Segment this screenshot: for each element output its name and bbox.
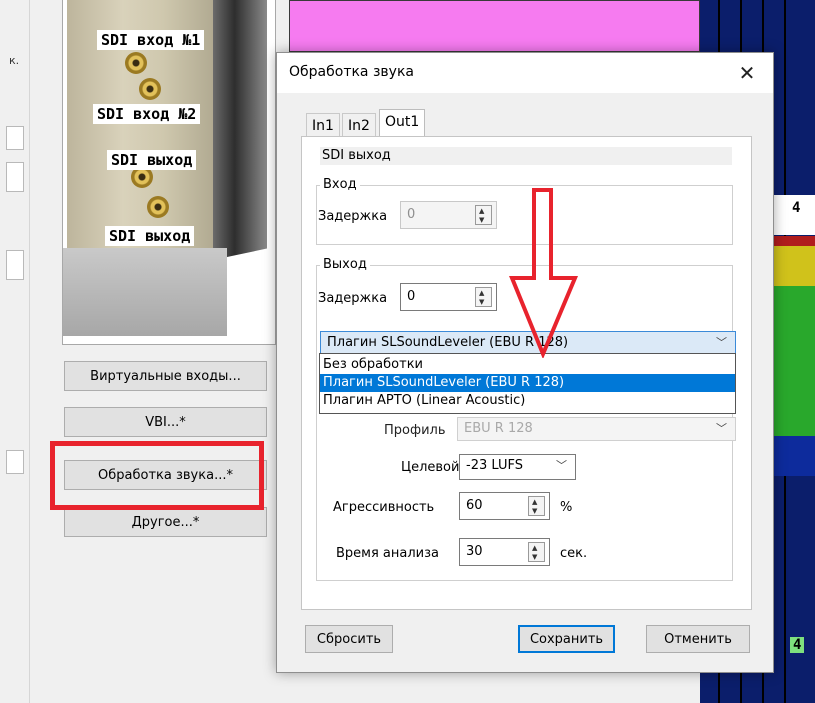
input-group-title: Вход: [320, 177, 360, 192]
profile-select[interactable]: EBU R 128 ﹀: [457, 417, 736, 441]
reset-button[interactable]: Сбросить: [305, 625, 393, 653]
meter-yellow-segment: [774, 246, 815, 286]
input-delay-spinner[interactable]: 0 ▲ ▼: [400, 201, 497, 229]
output-delay-label: Задержка: [318, 291, 388, 306]
aggressiveness-spinner[interactable]: 60 ▲ ▼: [459, 492, 550, 520]
spinner-arrows-icon[interactable]: ▲ ▼: [528, 542, 545, 562]
other-button[interactable]: Другое...*: [64, 507, 267, 537]
analysis-time-spinner[interactable]: 30 ▲ ▼: [459, 538, 550, 566]
target-select[interactable]: -23 LUFS ﹀: [459, 454, 576, 480]
target-label: Целевой: [401, 460, 460, 475]
device-foot: [63, 248, 227, 336]
tab-in2[interactable]: In2: [342, 113, 376, 137]
aggressiveness-label: Агрессивность: [333, 500, 435, 515]
meter-red-segment: [774, 236, 815, 246]
target-value: -23 LUFS: [466, 458, 523, 473]
plugin-option-apto[interactable]: Плагин APTO (Linear Acoustic): [320, 392, 735, 410]
left-control-fragment[interactable]: [6, 450, 24, 474]
device-edge: [213, 0, 267, 261]
device-image-panel: SDI вход №1 SDI вход №2 SDI выход SDI вы…: [62, 0, 276, 345]
section-title: SDI выход: [320, 147, 732, 165]
plugin-option-none[interactable]: Без обработки: [320, 356, 735, 374]
output-group-title: Выход: [320, 257, 370, 272]
connector-icon: [147, 196, 169, 218]
tab-in1[interactable]: In1: [306, 113, 340, 137]
analysis-time-label: Время анализа: [336, 546, 439, 561]
close-icon[interactable]: ✕: [733, 59, 761, 87]
vbi-button[interactable]: VBI...*: [64, 407, 267, 437]
chevron-down-icon: ﹀: [716, 336, 727, 349]
chevron-down-icon: ﹀: [556, 459, 567, 472]
chevron-down-icon: ﹀: [716, 422, 727, 435]
annotation-arrow: [509, 188, 579, 358]
connector-icon: [139, 78, 161, 100]
highlight-box: [50, 441, 264, 510]
meter-blue-segment: [774, 436, 815, 476]
cancel-button[interactable]: Отменить: [646, 625, 750, 653]
aggressiveness-value: 60: [466, 498, 483, 513]
sdi-label: SDI выход: [107, 150, 197, 170]
meter-channel-number: 4: [792, 200, 801, 216]
sdi-label: SDI вход №1: [97, 30, 205, 50]
save-button[interactable]: Сохранить: [518, 625, 615, 653]
sdi-label: SDI выход: [105, 226, 195, 246]
analysis-time-unit: сек.: [560, 546, 588, 561]
output-delay-spinner[interactable]: 0 ▲ ▼: [400, 283, 497, 311]
audio-processing-dialog: Обработка звука ✕ In1 In2 Out1 SDI выход…: [276, 52, 774, 673]
output-delay-value: 0: [407, 289, 416, 304]
plugin-dropdown-list: Без обработки Плагин SLSoundLeveler (EBU…: [319, 353, 736, 414]
spinner-arrows-icon[interactable]: ▲ ▼: [528, 496, 545, 516]
input-delay-label: Задержка: [318, 209, 388, 224]
connector-icon: [125, 52, 147, 74]
meter-green-segment: [774, 286, 815, 436]
plugin-option-slsoundleveler[interactable]: Плагин SLSoundLeveler (EBU R 128): [320, 374, 735, 392]
dialog-title: Обработка звука: [289, 64, 414, 80]
profile-label: Профиль: [384, 423, 446, 438]
sdi-label: SDI вход №2: [93, 104, 201, 124]
meter-channel-number: 4: [790, 637, 805, 653]
spinner-arrows-icon[interactable]: ▲ ▼: [475, 287, 492, 307]
profile-value: EBU R 128: [464, 421, 533, 436]
analysis-time-value: 30: [466, 544, 483, 559]
input-delay-value: 0: [407, 207, 416, 222]
spinner-arrows-icon[interactable]: ▲ ▼: [475, 205, 492, 225]
left-control-fragment[interactable]: [6, 250, 24, 280]
left-panel: [0, 0, 30, 703]
tab-out1[interactable]: Out1: [379, 109, 426, 137]
dialog-titlebar: Обработка звука ✕: [277, 53, 773, 93]
left-fragment-text: к.: [9, 54, 20, 67]
aggressiveness-unit: %: [560, 500, 573, 515]
magenta-panel: [289, 0, 700, 52]
virtual-inputs-button[interactable]: Виртуальные входы...: [64, 361, 267, 391]
left-control-fragment[interactable]: [6, 162, 24, 192]
left-control-fragment[interactable]: [6, 126, 24, 150]
